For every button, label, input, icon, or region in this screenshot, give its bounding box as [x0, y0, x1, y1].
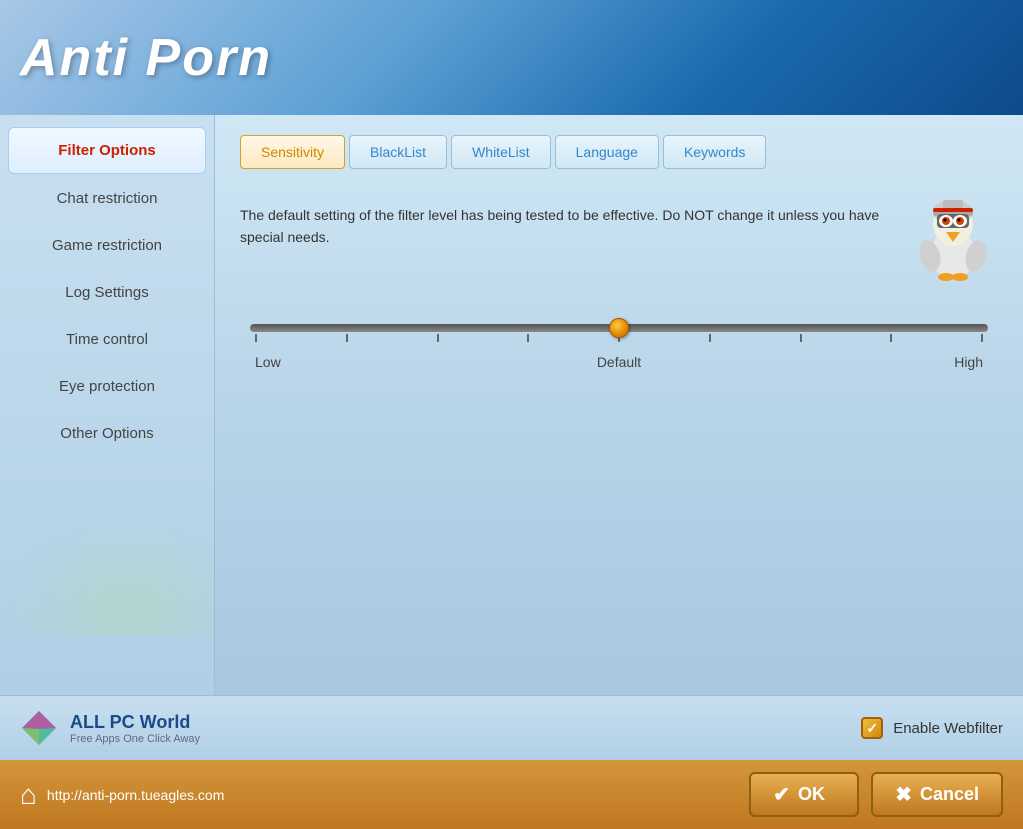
slider-container: [250, 324, 988, 342]
slider-track: [250, 324, 988, 332]
branding-subtitle: Free Apps One Click Away: [70, 733, 200, 745]
ok-button[interactable]: ✔ OK: [749, 772, 859, 817]
tab-keywords[interactable]: Keywords: [663, 135, 766, 169]
home-icon[interactable]: ⌂: [20, 779, 37, 811]
sensitivity-slider-section: Low Default High: [240, 324, 998, 378]
tab-bar: Sensitivity BlackList WhiteList Language…: [240, 135, 998, 169]
mascot-image: [908, 194, 998, 284]
slider-label-high: High: [954, 354, 983, 370]
enable-webfilter-checkbox[interactable]: ✓: [861, 717, 883, 739]
sidebar-item-eye-protection[interactable]: Eye protection: [8, 364, 206, 409]
sidebar: Filter Options Chat restriction Game res…: [0, 115, 215, 695]
sidebar-item-log-settings[interactable]: Log Settings: [8, 270, 206, 315]
logo-icon: [20, 709, 58, 747]
cancel-button[interactable]: ✖ Cancel: [871, 772, 1003, 817]
footer-home: ⌂ http://anti-porn.tueagles.com: [20, 779, 224, 811]
slider-label-default: Default: [597, 354, 641, 370]
branding-text: ALL PC World Free Apps One Click Away: [70, 712, 200, 745]
tab-whitelist[interactable]: WhiteList: [451, 135, 551, 169]
sidebar-item-time-control[interactable]: Time control: [8, 317, 206, 362]
footer: ⌂ http://anti-porn.tueagles.com ✔ OK ✖ C…: [0, 760, 1023, 829]
branding-logo: ALL PC World Free Apps One Click Away: [20, 709, 200, 747]
cancel-icon: ✖: [895, 782, 912, 807]
main-container: Filter Options Chat restriction Game res…: [0, 115, 1023, 695]
footer-buttons: ✔ OK ✖ Cancel: [749, 772, 1003, 817]
tab-sensitivity[interactable]: Sensitivity: [240, 135, 345, 169]
sidebar-item-game-restriction[interactable]: Game restriction: [8, 223, 206, 268]
sidebar-item-chat-restriction[interactable]: Chat restriction: [8, 176, 206, 221]
enable-webfilter-label: Enable Webfilter: [893, 720, 1003, 737]
app-title: Anti Porn: [20, 28, 272, 88]
ok-icon: ✔: [773, 782, 790, 807]
cancel-label: Cancel: [920, 784, 979, 805]
footer-url: http://anti-porn.tueagles.com: [47, 787, 224, 803]
slider-labels: Low Default High: [250, 354, 988, 378]
branding-bar: ALL PC World Free Apps One Click Away ✓ …: [0, 695, 1023, 760]
sidebar-item-filter-options[interactable]: Filter Options: [8, 127, 206, 174]
ok-label: OK: [798, 784, 825, 805]
sidebar-item-other-options[interactable]: Other Options: [8, 411, 206, 456]
tab-blacklist[interactable]: BlackList: [349, 135, 447, 169]
content-area: Sensitivity BlackList WhiteList Language…: [215, 115, 1023, 695]
app-header: Anti Porn: [0, 0, 1023, 115]
slider-label-low: Low: [255, 354, 281, 370]
enable-webfilter-section: ✓ Enable Webfilter: [861, 717, 1003, 739]
info-section: The default setting of the filter level …: [240, 194, 998, 284]
tab-language[interactable]: Language: [555, 135, 659, 169]
info-text: The default setting of the filter level …: [240, 194, 888, 259]
branding-name: ALL PC World: [70, 712, 200, 733]
